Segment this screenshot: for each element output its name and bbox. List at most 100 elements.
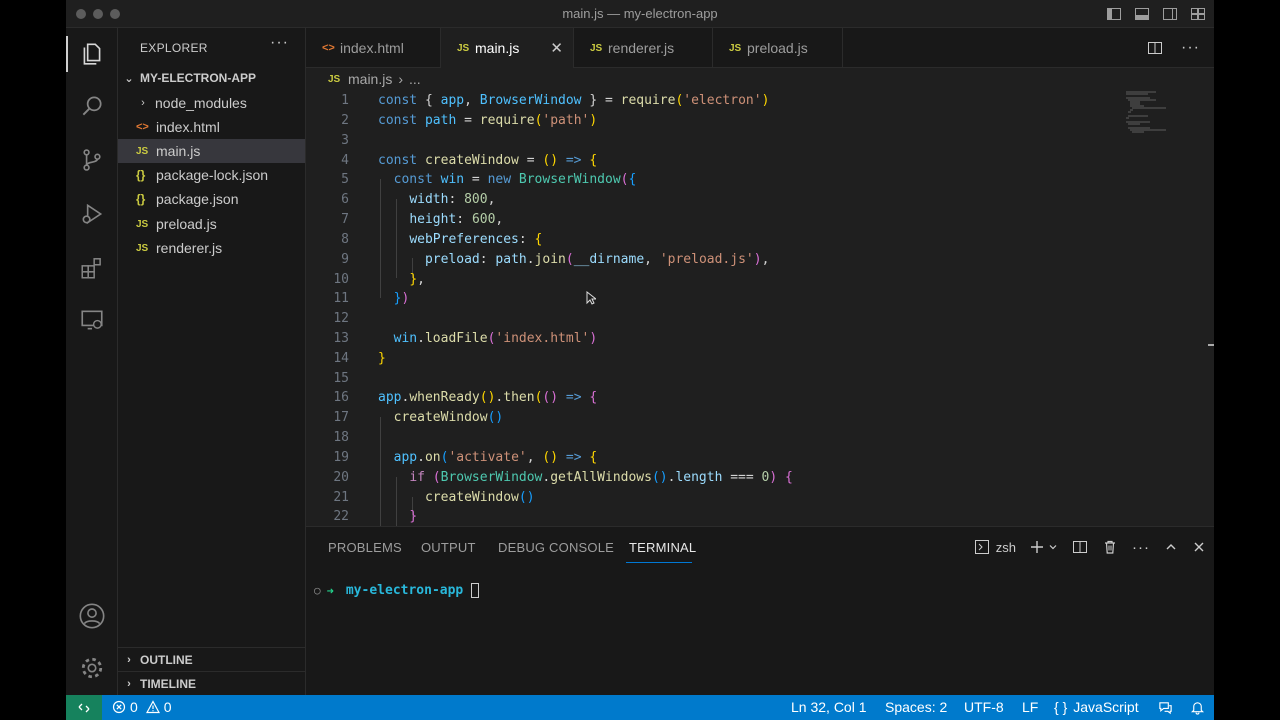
line-number: 22	[333, 509, 349, 524]
language-label: JavaScript	[1073, 699, 1139, 715]
line-number: 19	[333, 450, 349, 465]
close-panel-icon[interactable]	[1192, 540, 1206, 554]
timeline-label: TIMELINE	[140, 676, 196, 691]
tree-item-label: main.js	[156, 143, 201, 159]
javascript-file-icon: JS	[590, 42, 603, 54]
editor-actions: ···	[1147, 28, 1214, 68]
explorer-activity[interactable]	[66, 30, 118, 78]
code-line: width: 800,	[409, 192, 496, 207]
line-number: 12	[333, 311, 349, 326]
line-number: 6	[341, 192, 349, 207]
tree-item-main-js[interactable]: JS main.js	[118, 139, 305, 163]
split-editor-icon[interactable]	[1147, 40, 1163, 56]
encoding-setting[interactable]: UTF-8	[964, 699, 1004, 715]
run-debug-icon	[82, 203, 103, 225]
more-actions-icon[interactable]: ···	[1132, 539, 1150, 556]
code-line: }	[378, 351, 386, 366]
chevron-right-icon: ›	[127, 677, 131, 690]
search-activity[interactable]	[66, 82, 118, 130]
line-number: 9	[341, 252, 349, 267]
run-debug-activity[interactable]	[66, 190, 118, 238]
extensions-activity[interactable]	[66, 244, 118, 292]
bottom-panel: PROBLEMS OUTPUT DEBUG CONSOLE TERMINAL z…	[306, 526, 1214, 695]
tree-item-preload-js[interactable]: JS preload.js	[118, 212, 305, 236]
breadcrumb-separator: ›	[398, 71, 404, 87]
close-tab-icon[interactable]: ✕	[550, 39, 563, 57]
code-line: win.loadFile('index.html')	[393, 331, 598, 346]
activity-bar	[66, 28, 118, 695]
tab-terminal[interactable]: TERMINAL	[629, 540, 696, 555]
maximize-panel-icon[interactable]	[1164, 540, 1178, 554]
accounts-activity[interactable]	[66, 592, 118, 640]
breadcrumb-symbols[interactable]: ...	[409, 71, 421, 87]
eol-setting[interactable]: LF	[1022, 699, 1038, 715]
chevron-right-icon: ›	[141, 97, 145, 109]
source-control-activity[interactable]	[66, 136, 118, 184]
problems-indicator[interactable]: 0 0	[112, 699, 172, 715]
language-mode[interactable]: { } JavaScript	[1054, 699, 1139, 715]
vscode-window: main.js — my-electron-app EXPLORER ··· ⌄…	[66, 0, 1214, 720]
indentation-setting[interactable]: Spaces: 2	[885, 699, 947, 715]
toggle-panel-icon[interactable]	[1134, 6, 1150, 22]
remote-indicator[interactable]	[66, 695, 102, 720]
breadcrumb-file[interactable]: main.js	[348, 71, 392, 87]
timeline-section[interactable]: › TIMELINE	[118, 671, 305, 695]
tab-preload-js[interactable]: JS preload.js	[713, 28, 843, 68]
toggle-primary-sidebar-icon[interactable]	[1106, 6, 1122, 22]
tab-problems[interactable]: PROBLEMS	[328, 540, 402, 555]
feedback-icon[interactable]	[1158, 700, 1173, 715]
tab-index-html[interactable]: <> index.html	[306, 28, 441, 68]
scrollbar-marker	[1208, 344, 1214, 346]
javascript-file-icon: JS	[457, 42, 470, 54]
toggle-secondary-sidebar-icon[interactable]	[1162, 6, 1178, 22]
warning-count: 0	[163, 699, 172, 715]
tab-renderer-js[interactable]: JS renderer.js	[574, 28, 713, 68]
search-icon	[82, 96, 102, 116]
extensions-icon	[81, 258, 101, 279]
active-tab-indicator	[626, 562, 692, 563]
tree-item-renderer-js[interactable]: JS renderer.js	[118, 236, 305, 260]
terminal-shell-selector[interactable]: zsh	[974, 539, 1016, 555]
terminal-prompt[interactable]: ○ ➜ my-electron-app	[314, 583, 480, 598]
prompt-status-icon: ○	[314, 584, 321, 597]
code-line: const win = new BrowserWindow({	[393, 172, 637, 187]
code-line: webPreferences: {	[409, 232, 543, 247]
tree-item-label: node_modules	[155, 95, 247, 111]
code-line: createWindow()	[424, 490, 535, 505]
terminal-icon	[974, 540, 989, 554]
code-line: createWindow()	[393, 410, 504, 425]
tab-label: renderer.js	[608, 40, 675, 56]
tree-item-node-modules[interactable]: › node_modules	[118, 91, 305, 115]
tab-output[interactable]: OUTPUT	[421, 540, 476, 555]
trash-icon[interactable]	[1102, 539, 1118, 555]
code-editor[interactable]: 1 2 3 4 5 6 7 8 9 10 11 12 13 14 15 16 1…	[306, 90, 1214, 526]
tab-label: preload.js	[747, 40, 808, 56]
tab-main-js[interactable]: JS main.js ✕	[441, 28, 574, 68]
customize-layout-icon[interactable]	[1190, 6, 1206, 22]
new-terminal-button[interactable]	[1030, 540, 1058, 554]
line-number: 10	[333, 272, 349, 287]
split-terminal-icon[interactable]	[1072, 539, 1088, 555]
outline-section[interactable]: › OUTLINE	[118, 647, 305, 671]
bell-icon[interactable]	[1190, 700, 1205, 715]
tree-item-package-json[interactable]: {} package.json	[118, 187, 305, 211]
remote-explorer-activity[interactable]	[66, 296, 118, 344]
minimap[interactable]	[1126, 90, 1186, 150]
more-actions-icon[interactable]: ···	[270, 34, 289, 52]
line-number: 18	[333, 430, 349, 445]
cursor-position[interactable]: Ln 32, Col 1	[791, 699, 867, 715]
code-line: height: 600,	[409, 212, 504, 227]
files-icon	[83, 43, 101, 65]
folder-my-electron-app[interactable]: ⌄ MY-ELECTRON-APP	[118, 67, 306, 89]
tree-item-index-html[interactable]: <> index.html	[118, 115, 305, 139]
line-number: 11	[333, 291, 349, 306]
chevron-down-icon: ⌄	[124, 72, 134, 85]
code-line: preload: path.join(__dirname, 'preload.j…	[424, 252, 770, 267]
code-line: app.on('activate', () => {	[393, 450, 598, 465]
tree-item-package-lock-json[interactable]: {} package-lock.json	[118, 163, 305, 187]
javascript-file-icon: JS	[136, 145, 149, 157]
manage-activity[interactable]	[66, 644, 118, 692]
more-actions-icon[interactable]: ···	[1181, 39, 1200, 57]
code-line: },	[409, 272, 425, 287]
tab-debug-console[interactable]: DEBUG CONSOLE	[498, 540, 614, 555]
